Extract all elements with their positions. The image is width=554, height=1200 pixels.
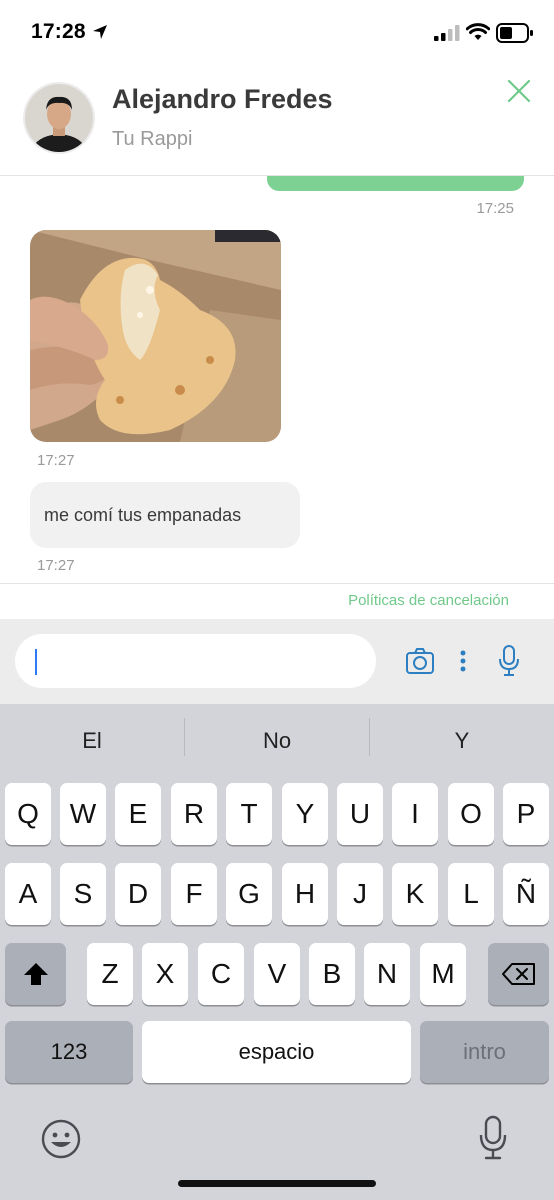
camera-icon[interactable] (405, 647, 435, 675)
chat-header: Alejandro Fredes Tu Rappi (0, 64, 554, 176)
suggestion-item[interactable]: Y (370, 728, 554, 754)
message-timestamp: 17:25 (476, 200, 514, 217)
contact-subtitle: Tu Rappi (112, 128, 193, 150)
emoji-icon[interactable] (40, 1118, 82, 1160)
shift-icon (23, 963, 48, 985)
key-p[interactable]: P (503, 783, 549, 845)
suggestion-bar: El No Y (0, 704, 554, 778)
empanada-photo[interactable] (30, 230, 281, 442)
suggestion-item[interactable]: No (185, 728, 369, 754)
key-n[interactable]: N (364, 943, 410, 1005)
message-list[interactable]: 17:25 17:27 me comí tus empanadas 17:27 (0, 176, 554, 583)
composer-bar (0, 619, 554, 704)
cancellation-policy-link[interactable]: Políticas de cancelación (348, 592, 509, 609)
message-timestamp: 17:27 (37, 557, 75, 574)
wifi-icon (466, 23, 490, 40)
numbers-key[interactable]: 123 (5, 1021, 133, 1083)
more-options-icon[interactable] (458, 650, 468, 672)
battery-icon (496, 23, 533, 43)
key-i[interactable]: I (392, 783, 438, 845)
key-a[interactable]: A (5, 863, 51, 925)
message-text: me comí tus empanadas (44, 504, 242, 525)
location-arrow-icon (93, 25, 107, 39)
key-h[interactable]: H (282, 863, 328, 925)
return-key[interactable]: intro (420, 1021, 549, 1083)
key-r[interactable]: R (171, 783, 217, 845)
key-z[interactable]: Z (87, 943, 133, 1005)
key-g[interactable]: G (226, 863, 272, 925)
key-c[interactable]: C (198, 943, 244, 1005)
text-caret (35, 649, 37, 675)
key-q[interactable]: Q (5, 783, 51, 845)
key-x[interactable]: X (142, 943, 188, 1005)
key-t[interactable]: T (226, 783, 272, 845)
backspace-key[interactable] (488, 943, 549, 1005)
key-s[interactable]: S (60, 863, 106, 925)
key-d[interactable]: D (115, 863, 161, 925)
key-m[interactable]: M (420, 943, 466, 1005)
key-k[interactable]: K (392, 863, 438, 925)
message-timestamp: 17:27 (37, 452, 75, 469)
key-e[interactable]: E (115, 783, 161, 845)
status-time: 17:28 (31, 20, 86, 43)
key-v[interactable]: V (254, 943, 300, 1005)
key-y[interactable]: Y (282, 783, 328, 845)
suggestion-item[interactable]: El (0, 728, 184, 754)
close-icon[interactable] (504, 76, 534, 106)
key-w[interactable]: W (60, 783, 106, 845)
backspace-icon (501, 963, 535, 985)
outgoing-message-bubble[interactable] (267, 176, 524, 191)
key-j[interactable]: J (337, 863, 383, 925)
key-f[interactable]: F (171, 863, 217, 925)
dictation-mic-icon[interactable] (478, 1115, 508, 1161)
key-b[interactable]: B (309, 943, 355, 1005)
key-o[interactable]: O (448, 783, 494, 845)
cellular-signal-icon (434, 25, 460, 41)
divider (0, 583, 554, 584)
microphone-icon[interactable] (498, 645, 520, 677)
contact-avatar[interactable] (25, 84, 93, 152)
contact-name: Alejandro Fredes (112, 84, 333, 114)
key-u[interactable]: U (337, 783, 383, 845)
message-input[interactable] (15, 634, 376, 688)
status-bar: 17:28 (0, 0, 554, 64)
key-n-tilde[interactable]: Ñ (503, 863, 549, 925)
home-indicator[interactable] (178, 1180, 376, 1187)
incoming-message-bubble[interactable]: me comí tus empanadas (30, 482, 300, 548)
shift-key[interactable] (5, 943, 66, 1005)
keyboard: El No Y Q W E R T Y U I O P A S D F G H … (0, 704, 554, 1200)
space-key[interactable]: espacio (142, 1021, 411, 1083)
key-l[interactable]: L (448, 863, 494, 925)
